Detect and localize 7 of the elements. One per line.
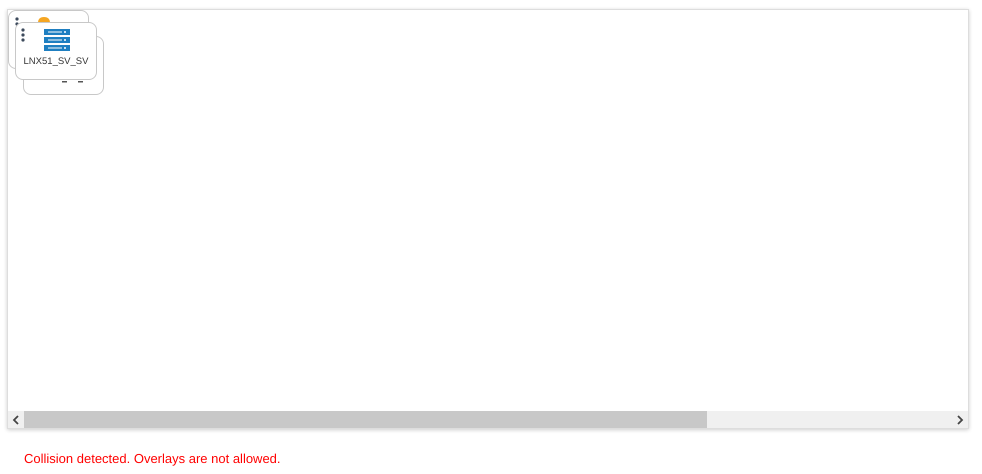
scroll-thumb[interactable] xyxy=(24,411,707,428)
error-message: Collision detected. Overlays are not allowed. xyxy=(24,451,282,466)
horizontal-scrollbar[interactable] xyxy=(8,411,968,428)
server-icon xyxy=(44,29,70,51)
more-icon[interactable] xyxy=(21,28,25,42)
dragged-node-overlay[interactable]: LNX51_SV_SV xyxy=(15,22,97,80)
node-label: LNX51_SV_SV xyxy=(22,56,90,67)
